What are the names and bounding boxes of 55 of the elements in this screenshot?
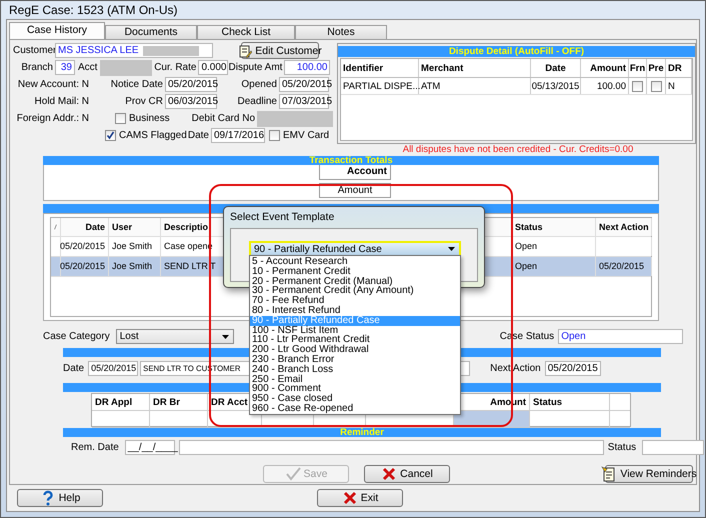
section-title: Transaction Totals bbox=[309, 156, 393, 165]
field-label: Customer bbox=[13, 45, 53, 56]
column-header: Status bbox=[512, 218, 596, 236]
section-title: Dispute Detail (AutoFill - OFF) bbox=[448, 47, 584, 56]
column-header: Status bbox=[530, 394, 610, 410]
field-label: Rem. Date bbox=[71, 442, 119, 453]
table-cell: 100.00 bbox=[581, 78, 629, 94]
column-header: Date bbox=[531, 59, 581, 77]
customer-name: MS JESSICA LEE bbox=[58, 44, 139, 57]
field-label: Opened bbox=[240, 79, 277, 90]
column-header: Identifier bbox=[341, 59, 419, 77]
column-header: DR Br bbox=[150, 394, 208, 410]
table-cell: PARTIAL DISPE... bbox=[341, 78, 419, 94]
checkbox-label: CAMS Flagged bbox=[119, 130, 187, 141]
column-header: Amount bbox=[581, 59, 629, 77]
column-header: Account bbox=[319, 164, 391, 180]
checkbox-label: EMV Card bbox=[283, 130, 330, 141]
section-title: Reminder bbox=[340, 428, 384, 438]
field-label: Case Category bbox=[43, 331, 110, 342]
table-cell: N bbox=[666, 78, 692, 94]
table-cell: 05/20/2015 bbox=[61, 236, 109, 256]
column-header: Next Action bbox=[596, 218, 652, 236]
info-text: Hold Mail: N bbox=[34, 96, 89, 107]
field-label: Next Action bbox=[490, 362, 541, 374]
field-label: Date bbox=[63, 362, 84, 374]
info-text: New Account: N bbox=[16, 79, 89, 90]
checkbox-label: Business bbox=[129, 113, 170, 124]
window-title: RegE Case: 1523 (ATM On-Us) bbox=[9, 3, 178, 17]
table-cell: 05/20/2015 bbox=[61, 256, 109, 276]
warning-message: All disputes have not been credited - Cur. Credits=0.00 bbox=[402, 144, 634, 156]
field-label: Prov CR bbox=[124, 96, 163, 107]
column-header: Merchant bbox=[419, 59, 531, 77]
info-text: Foreign Addr.: N bbox=[16, 113, 89, 124]
field-label: Notice Date bbox=[110, 79, 163, 90]
field-label: Cur. Rate bbox=[153, 62, 196, 73]
field-label: Dispute Amt bbox=[228, 62, 282, 73]
table-cell: Joe Smith bbox=[109, 236, 161, 256]
table-cell: Open bbox=[512, 236, 596, 256]
table-cell: ATM bbox=[419, 78, 531, 94]
field-label: Date bbox=[187, 130, 209, 141]
column-header: Frn bbox=[629, 59, 647, 77]
field-label: Acct bbox=[78, 62, 98, 73]
field-label: Status bbox=[608, 442, 636, 453]
column-header: DR bbox=[666, 59, 692, 77]
table-cell: 05/20/2015 bbox=[596, 256, 652, 276]
field-label: Debit Card No bbox=[191, 113, 255, 124]
column-header: Date bbox=[61, 218, 109, 236]
column-header: DR Appl bbox=[92, 394, 150, 410]
field-label: Deadline bbox=[236, 96, 277, 107]
field-label: Branch bbox=[20, 62, 53, 73]
column-header: User bbox=[109, 218, 161, 236]
column-header: Pre bbox=[647, 59, 666, 77]
table-cell: 05/13/2015 bbox=[531, 78, 581, 94]
table-cell: Open bbox=[512, 256, 596, 276]
table-cell: Joe Smith bbox=[109, 256, 161, 276]
